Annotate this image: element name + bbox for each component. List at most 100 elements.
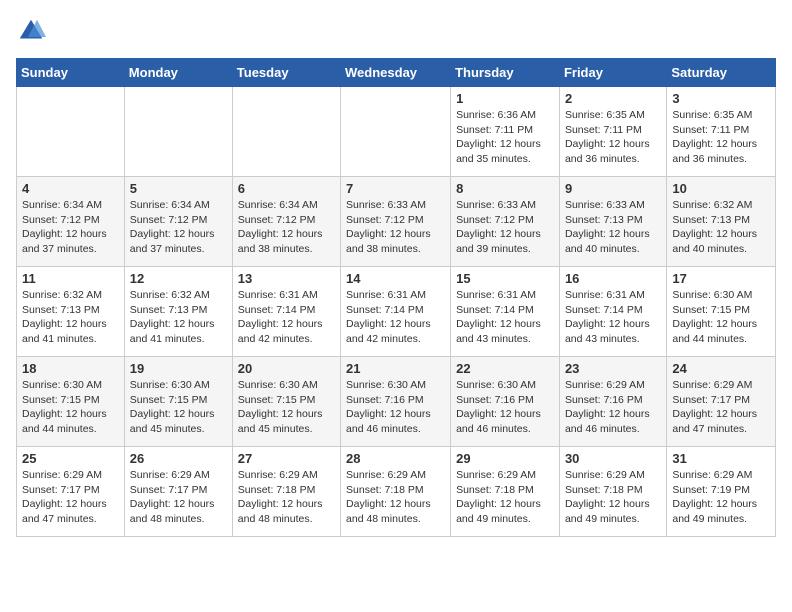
day-info: Sunrise: 6:31 AM Sunset: 7:14 PM Dayligh… (238, 288, 335, 347)
col-header-friday: Friday (559, 59, 666, 87)
day-number: 12 (130, 271, 227, 286)
day-number: 1 (456, 91, 554, 106)
day-number: 26 (130, 451, 227, 466)
day-number: 13 (238, 271, 335, 286)
day-number: 22 (456, 361, 554, 376)
calendar-cell: 1 Sunrise: 6:36 AM Sunset: 7:11 PM Daylig… (451, 87, 560, 177)
col-header-saturday: Saturday (667, 59, 776, 87)
day-number: 31 (672, 451, 770, 466)
day-number: 30 (565, 451, 661, 466)
col-header-monday: Monday (124, 59, 232, 87)
calendar-cell: 22 Sunrise: 6:30 AM Sunset: 7:16 PM Dayli… (451, 357, 560, 447)
page-header (16, 16, 776, 46)
day-info: Sunrise: 6:34 AM Sunset: 7:12 PM Dayligh… (238, 198, 335, 257)
day-info: Sunrise: 6:35 AM Sunset: 7:11 PM Dayligh… (565, 108, 661, 167)
calendar-cell: 15 Sunrise: 6:31 AM Sunset: 7:14 PM Dayli… (451, 267, 560, 357)
col-header-thursday: Thursday (451, 59, 560, 87)
day-number: 2 (565, 91, 661, 106)
calendar-cell: 29Sunrise: 6:29 AM Sunset: 7:18 PM Dayli… (451, 447, 560, 537)
day-info: Sunrise: 6:29 AM Sunset: 7:17 PM Dayligh… (22, 468, 119, 527)
day-number: 10 (672, 181, 770, 196)
week-row-4: 18 Sunrise: 6:30 AM Sunset: 7:15 PM Dayli… (17, 357, 776, 447)
day-number: 5 (130, 181, 227, 196)
calendar-cell (341, 87, 451, 177)
col-header-wednesday: Wednesday (341, 59, 451, 87)
day-number: 14 (346, 271, 445, 286)
day-number: 8 (456, 181, 554, 196)
calendar-cell: 8 Sunrise: 6:33 AM Sunset: 7:12 PM Daylig… (451, 177, 560, 267)
day-number: 7 (346, 181, 445, 196)
day-number: 17 (672, 271, 770, 286)
calendar-cell: 7 Sunrise: 6:33 AM Sunset: 7:12 PM Daylig… (341, 177, 451, 267)
calendar-cell: 30 Sunrise: 6:29 AM Sunset: 7:18 PM Dayli… (559, 447, 666, 537)
day-number: 25 (22, 451, 119, 466)
day-number: 16 (565, 271, 661, 286)
day-info: Sunrise: 6:30 AM Sunset: 7:16 PM Dayligh… (456, 378, 554, 437)
day-number: 11 (22, 271, 119, 286)
day-info: Sunrise: 6:29 AM Sunset: 7:18 PM Dayligh… (456, 468, 554, 527)
calendar-cell: 6 Sunrise: 6:34 AM Sunset: 7:12 PM Daylig… (232, 177, 340, 267)
calendar-cell (232, 87, 340, 177)
day-info: Sunrise: 6:30 AM Sunset: 7:15 PM Dayligh… (238, 378, 335, 437)
day-number: 6 (238, 181, 335, 196)
day-number: 28 (346, 451, 445, 466)
week-row-2: 4 Sunrise: 6:34 AM Sunset: 7:12 PM Daylig… (17, 177, 776, 267)
calendar-cell: 12 Sunrise: 6:32 AM Sunset: 7:13 PM Dayli… (124, 267, 232, 357)
day-number: 4 (22, 181, 119, 196)
day-number: 3 (672, 91, 770, 106)
day-info: Sunrise: 6:35 AM Sunset: 7:11 PM Dayligh… (672, 108, 770, 167)
day-info: Sunrise: 6:34 AM Sunset: 7:12 PM Dayligh… (22, 198, 119, 257)
calendar-cell (124, 87, 232, 177)
day-number: 23 (565, 361, 661, 376)
calendar-cell: 13 Sunrise: 6:31 AM Sunset: 7:14 PM Dayli… (232, 267, 340, 357)
calendar-cell: 25 Sunrise: 6:29 AM Sunset: 7:17 PM Dayli… (17, 447, 125, 537)
calendar-cell: 18 Sunrise: 6:30 AM Sunset: 7:15 PM Dayli… (17, 357, 125, 447)
day-info: Sunrise: 6:31 AM Sunset: 7:14 PM Dayligh… (565, 288, 661, 347)
day-info: Sunrise: 6:32 AM Sunset: 7:13 PM Dayligh… (22, 288, 119, 347)
calendar-cell: 26 Sunrise: 6:29 AM Sunset: 7:17 PM Dayli… (124, 447, 232, 537)
week-row-1: 1 Sunrise: 6:36 AM Sunset: 7:11 PM Daylig… (17, 87, 776, 177)
day-info: Sunrise: 6:29 AM Sunset: 7:18 PM Dayligh… (565, 468, 661, 527)
calendar-cell: 4 Sunrise: 6:34 AM Sunset: 7:12 PM Daylig… (17, 177, 125, 267)
day-number: 24 (672, 361, 770, 376)
calendar-cell (17, 87, 125, 177)
calendar-table: SundayMondayTuesdayWednesdayThursdayFrid… (16, 58, 776, 537)
day-info: Sunrise: 6:30 AM Sunset: 7:15 PM Dayligh… (130, 378, 227, 437)
day-info: Sunrise: 6:32 AM Sunset: 7:13 PM Dayligh… (130, 288, 227, 347)
day-info: Sunrise: 6:29 AM Sunset: 7:19 PM Dayligh… (672, 468, 770, 527)
calendar-cell: 3 Sunrise: 6:35 AM Sunset: 7:11 PM Daylig… (667, 87, 776, 177)
day-info: Sunrise: 6:29 AM Sunset: 7:18 PM Dayligh… (238, 468, 335, 527)
day-number: 9 (565, 181, 661, 196)
week-row-3: 11 Sunrise: 6:32 AM Sunset: 7:13 PM Dayli… (17, 267, 776, 357)
day-number: 20 (238, 361, 335, 376)
day-info: Sunrise: 6:30 AM Sunset: 7:15 PM Dayligh… (22, 378, 119, 437)
calendar-cell: 23 Sunrise: 6:29 AM Sunset: 7:16 PM Dayli… (559, 357, 666, 447)
calendar-cell: 10Sunrise: 6:32 AM Sunset: 7:13 PM Dayli… (667, 177, 776, 267)
day-info: Sunrise: 6:33 AM Sunset: 7:13 PM Dayligh… (565, 198, 661, 257)
day-info: Sunrise: 6:31 AM Sunset: 7:14 PM Dayligh… (346, 288, 445, 347)
calendar-cell: 28Sunrise: 6:29 AM Sunset: 7:18 PM Dayli… (341, 447, 451, 537)
day-number: 15 (456, 271, 554, 286)
day-info: Sunrise: 6:31 AM Sunset: 7:14 PM Dayligh… (456, 288, 554, 347)
day-info: Sunrise: 6:30 AM Sunset: 7:16 PM Dayligh… (346, 378, 445, 437)
day-info: Sunrise: 6:33 AM Sunset: 7:12 PM Dayligh… (346, 198, 445, 257)
logo (16, 16, 50, 46)
calendar-cell: 24 Sunrise: 6:29 AM Sunset: 7:17 PM Dayli… (667, 357, 776, 447)
calendar-cell: 14 Sunrise: 6:31 AM Sunset: 7:14 PM Dayli… (341, 267, 451, 357)
day-info: Sunrise: 6:29 AM Sunset: 7:17 PM Dayligh… (130, 468, 227, 527)
calendar-cell: 16 Sunrise: 6:31 AM Sunset: 7:14 PM Dayli… (559, 267, 666, 357)
day-number: 18 (22, 361, 119, 376)
week-row-5: 25 Sunrise: 6:29 AM Sunset: 7:17 PM Dayli… (17, 447, 776, 537)
day-info: Sunrise: 6:36 AM Sunset: 7:11 PM Dayligh… (456, 108, 554, 167)
day-info: Sunrise: 6:34 AM Sunset: 7:12 PM Dayligh… (130, 198, 227, 257)
day-info: Sunrise: 6:29 AM Sunset: 7:17 PM Dayligh… (672, 378, 770, 437)
day-info: Sunrise: 6:33 AM Sunset: 7:12 PM Dayligh… (456, 198, 554, 257)
day-info: Sunrise: 6:30 AM Sunset: 7:15 PM Dayligh… (672, 288, 770, 347)
calendar-cell: 21 Sunrise: 6:30 AM Sunset: 7:16 PM Dayli… (341, 357, 451, 447)
calendar-cell: 27Sunrise: 6:29 AM Sunset: 7:18 PM Dayli… (232, 447, 340, 537)
day-info: Sunrise: 6:29 AM Sunset: 7:16 PM Dayligh… (565, 378, 661, 437)
calendar-cell: 17 Sunrise: 6:30 AM Sunset: 7:15 PM Dayli… (667, 267, 776, 357)
day-number: 21 (346, 361, 445, 376)
col-header-sunday: Sunday (17, 59, 125, 87)
calendar-cell: 31 Sunrise: 6:29 AM Sunset: 7:19 PM Dayli… (667, 447, 776, 537)
